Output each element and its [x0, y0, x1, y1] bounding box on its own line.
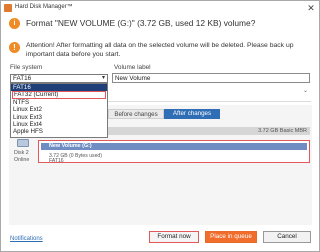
app-logo-icon	[4, 4, 12, 12]
file-system-value: FAT16	[13, 75, 32, 82]
info-icon: i	[9, 18, 20, 29]
dropdown-option[interactable]: Linux Ext3	[11, 114, 107, 121]
partition-label: New Volume (G:)	[41, 143, 307, 150]
warning-text: Attention! After formatting all data on …	[26, 42, 294, 59]
place-in-queue-button[interactable]: Place in queue	[205, 231, 257, 243]
dropdown-option[interactable]: FAT32 (Current)	[12, 91, 106, 99]
exclamation-icon: !	[9, 42, 20, 53]
file-system-label: File system	[10, 64, 43, 71]
tab-before-changes[interactable]: Before changes	[108, 109, 164, 119]
disk-drive-icon	[17, 139, 29, 147]
dropdown-option[interactable]: Linux Ext4	[11, 121, 107, 128]
partition-block[interactable]: New Volume (G:) 3.72 GB (0 Bytes used) F…	[38, 140, 310, 164]
partition-fs: FAT16	[49, 158, 64, 164]
tab-after-changes[interactable]: After changes	[164, 109, 220, 119]
window-title: Hard Disk Manager™	[15, 4, 73, 10]
disk-name: Disk 2	[14, 150, 29, 156]
chevron-down-icon: ▾	[101, 75, 105, 81]
dialog-heading: Format "NEW VOLUME (G:)" (3.72 GB, used …	[26, 18, 256, 28]
title-bar: Hard Disk Manager™ ✕	[1, 1, 319, 15]
dropdown-option[interactable]: Linux Ext2	[11, 106, 107, 113]
format-now-button[interactable]: Format now	[149, 231, 199, 243]
cancel-button[interactable]: Cancel	[263, 231, 311, 243]
section-divider	[105, 101, 311, 102]
file-system-dropdown: FAT16 FAT32 (Current) NTFS Linux Ext2 Li…	[10, 83, 108, 138]
dropdown-option[interactable]: Apple HFS	[11, 128, 107, 135]
disk-status: Online	[14, 157, 30, 163]
notifications-link[interactable]: Notifications	[10, 236, 43, 242]
dropdown-option[interactable]: NTFS	[11, 99, 107, 106]
format-volume-dialog: Hard Disk Manager™ ✕ i Format "NEW VOLUM…	[0, 0, 320, 252]
volume-label-label: Volume label	[114, 64, 151, 71]
file-system-select[interactable]: FAT16 ▾	[10, 74, 108, 83]
close-icon[interactable]: ✕	[306, 3, 316, 13]
volume-label-input[interactable]	[112, 73, 310, 83]
disk-meta: 3.72 GB Basic MBR	[258, 128, 307, 134]
collapse-chevron-icon: ⌄	[303, 88, 309, 94]
dropdown-option[interactable]: FAT16	[11, 84, 107, 92]
